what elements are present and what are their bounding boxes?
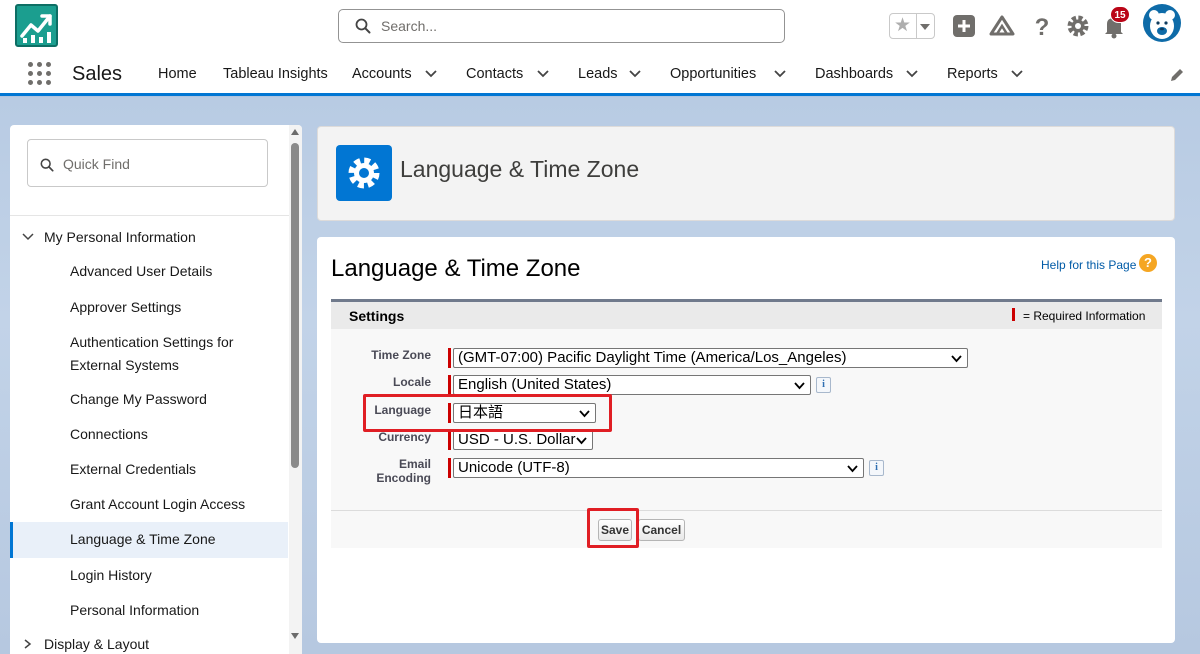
locale-info-icon[interactable]: i bbox=[816, 377, 831, 393]
user-avatar[interactable] bbox=[1143, 4, 1181, 42]
add-icon[interactable] bbox=[950, 12, 978, 40]
search-input[interactable] bbox=[381, 16, 771, 36]
required-indicator bbox=[448, 430, 451, 450]
svg-text:?: ? bbox=[1035, 14, 1050, 40]
sidebar-item-language-time-zone[interactable]: Language & Time Zone bbox=[70, 528, 280, 551]
star-icon: ★ bbox=[894, 15, 912, 36]
email-encoding-select[interactable]: Unicode (UTF-8) bbox=[453, 458, 864, 478]
sidebar-item-approver-settings[interactable]: Approver Settings bbox=[70, 296, 280, 319]
sidebar-item-connections[interactable]: Connections bbox=[70, 423, 280, 446]
chevron-down-icon[interactable] bbox=[1010, 69, 1024, 79]
chevron-down-icon bbox=[847, 465, 858, 473]
quick-find-input[interactable] bbox=[63, 154, 258, 174]
tab-tableau-insights[interactable]: Tableau Insights bbox=[223, 66, 328, 82]
trailhead-icon[interactable] bbox=[988, 12, 1016, 40]
required-indicator bbox=[448, 458, 451, 478]
notification-badge: 15 bbox=[1110, 6, 1130, 23]
sidebar-item-authentication-settings[interactable]: Authentication Settings for External Sys… bbox=[70, 331, 280, 377]
currency-value: USD - U.S. Dollar bbox=[458, 431, 576, 448]
sidebar-item-login-history[interactable]: Login History bbox=[70, 564, 280, 587]
sidebar-section-label: Display & Layout bbox=[44, 636, 150, 652]
tab-dashboards[interactable]: Dashboards bbox=[815, 66, 893, 82]
favorites-button[interactable]: ★ bbox=[889, 13, 935, 39]
app-launcher-icon[interactable] bbox=[28, 62, 52, 86]
button-row: Save Cancel bbox=[331, 510, 1162, 548]
chevron-down-icon bbox=[22, 233, 34, 241]
scrollbar-thumb[interactable] bbox=[291, 143, 299, 468]
chevron-down-icon[interactable] bbox=[536, 69, 550, 79]
settings-section-header: Settings = Required Information bbox=[331, 302, 1162, 329]
tab-contacts[interactable]: Contacts bbox=[466, 66, 523, 82]
tab-opportunities[interactable]: Opportunities bbox=[670, 66, 756, 82]
settings-heading: Settings bbox=[349, 308, 405, 324]
currency-label: Currency bbox=[378, 430, 431, 444]
chevron-down-icon bbox=[794, 382, 805, 390]
language-value: 日本語 bbox=[458, 404, 504, 421]
sidebar-item-external-credentials[interactable]: External Credentials bbox=[70, 458, 280, 481]
scroll-down-icon[interactable] bbox=[291, 633, 299, 639]
cancel-button[interactable]: Cancel bbox=[638, 519, 685, 541]
chevron-down-icon bbox=[951, 355, 962, 363]
tab-reports[interactable]: Reports bbox=[947, 66, 998, 82]
scroll-up-icon[interactable] bbox=[291, 129, 299, 135]
required-indicator bbox=[448, 403, 451, 423]
sidebar-scrollbar[interactable] bbox=[289, 125, 302, 654]
locale-select[interactable]: English (United States) bbox=[453, 375, 811, 395]
search-icon bbox=[40, 158, 54, 172]
settings-section: Settings = Required Information Time Zon… bbox=[331, 299, 1162, 548]
time-zone-value: (GMT-07:00) Pacific Daylight Time (Ameri… bbox=[458, 349, 847, 366]
global-search[interactable] bbox=[338, 9, 785, 43]
required-indicator bbox=[1012, 308, 1015, 321]
time-zone-label: Time Zone bbox=[371, 348, 431, 362]
language-select[interactable]: 日本語 bbox=[453, 403, 596, 423]
quick-find-box[interactable] bbox=[27, 139, 268, 187]
app-name: Sales bbox=[72, 63, 123, 85]
sidebar-item-change-my-password[interactable]: Change My Password bbox=[70, 388, 280, 411]
chevron-right-icon bbox=[24, 639, 32, 649]
chevron-down-icon[interactable] bbox=[628, 69, 642, 79]
sidebar-item-advanced-user-details[interactable]: Advanced User Details bbox=[70, 260, 280, 283]
locale-label: Locale bbox=[392, 375, 431, 389]
gear-icon[interactable] bbox=[1064, 12, 1092, 40]
help-icon[interactable]: ? bbox=[1028, 12, 1056, 40]
currency-select[interactable]: USD - U.S. Dollar bbox=[453, 430, 593, 450]
time-zone-select[interactable]: (GMT-07:00) Pacific Daylight Time (Ameri… bbox=[453, 348, 968, 368]
setup-gear-icon bbox=[336, 145, 392, 201]
search-icon bbox=[355, 18, 371, 34]
edit-nav-icon[interactable] bbox=[1168, 66, 1186, 84]
app-navigation-bar: Sales Home Tableau Insights Accounts Con… bbox=[0, 52, 1200, 96]
required-indicator bbox=[448, 348, 451, 368]
email-encoding-label: Email Encoding bbox=[376, 457, 431, 485]
chevron-down-icon bbox=[576, 437, 587, 445]
setup-sidebar: My Personal Information Advanced User De… bbox=[10, 125, 302, 654]
sidebar-item-personal-information[interactable]: Personal Information bbox=[70, 599, 280, 622]
favorites-dropdown-icon[interactable] bbox=[920, 24, 930, 30]
email-encoding-info-icon[interactable]: i bbox=[869, 460, 884, 476]
chevron-down-icon[interactable] bbox=[773, 69, 787, 79]
global-header: ★ ? 15 bbox=[0, 0, 1200, 52]
chevron-down-icon[interactable] bbox=[424, 69, 438, 79]
tab-home[interactable]: Home bbox=[158, 66, 197, 82]
help-for-this-page-link[interactable]: Help for this Page bbox=[1041, 258, 1136, 272]
page-title: Language & Time Zone bbox=[331, 255, 581, 282]
settings-card: Language & Time Zone Help for this Page … bbox=[317, 237, 1175, 643]
tab-accounts[interactable]: Accounts bbox=[352, 66, 412, 82]
page-header-card: Language & Time Zone bbox=[317, 126, 1175, 221]
sidebar-section-label: My Personal Information bbox=[44, 229, 196, 245]
tab-leads[interactable]: Leads bbox=[578, 66, 618, 82]
required-information-legend: = Required Information bbox=[1023, 309, 1146, 323]
locale-value: English (United States) bbox=[458, 376, 612, 393]
save-button[interactable]: Save bbox=[598, 519, 632, 541]
help-question-icon[interactable]: ? bbox=[1139, 254, 1157, 272]
org-logo-icon[interactable] bbox=[15, 4, 58, 47]
page-header-title: Language & Time Zone bbox=[400, 156, 640, 182]
email-encoding-value: Unicode (UTF-8) bbox=[458, 459, 570, 476]
required-indicator bbox=[448, 375, 451, 395]
sidebar-item-grant-account-login-access[interactable]: Grant Account Login Access bbox=[70, 493, 280, 516]
chevron-down-icon bbox=[579, 410, 590, 418]
language-label: Language bbox=[374, 403, 431, 417]
chevron-down-icon[interactable] bbox=[905, 69, 919, 79]
